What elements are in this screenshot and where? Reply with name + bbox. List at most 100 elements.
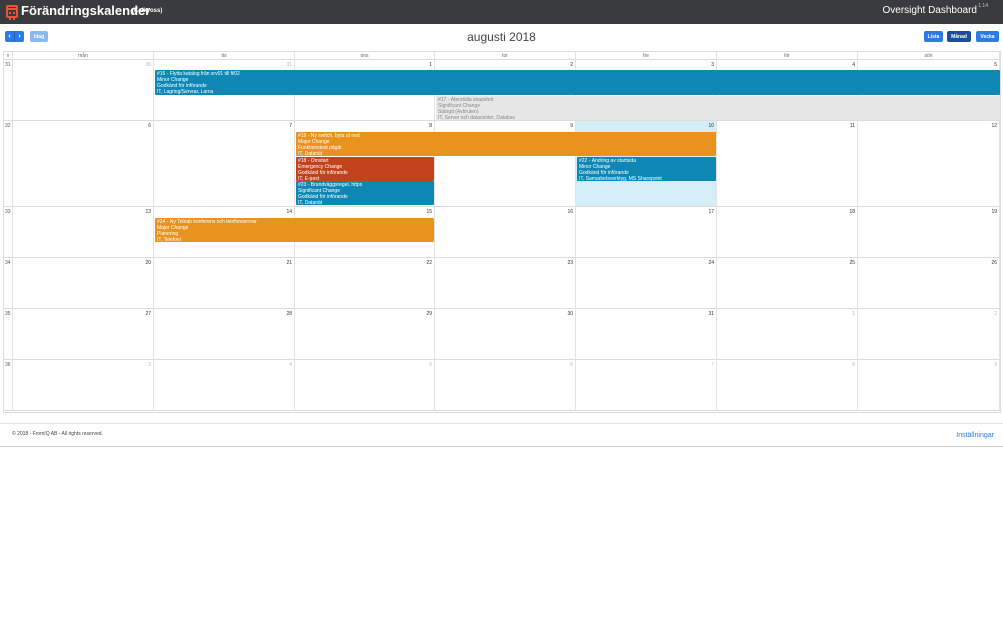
day-cell[interactable]: 19 [858, 207, 1000, 257]
day-number[interactable]: 10 [708, 123, 714, 129]
day-number[interactable]: 8 [429, 123, 432, 129]
day-cell[interactable]: 7 [154, 121, 295, 206]
day-number[interactable]: 14 [286, 209, 292, 215]
day-cell[interactable]: 16 [435, 207, 576, 257]
calendar-icon [6, 5, 18, 20]
day-cell[interactable]: 18 [717, 207, 858, 257]
week-number-header: v [4, 52, 13, 60]
day-cell[interactable]: 20 [13, 258, 154, 308]
day-number[interactable]: 13 [145, 209, 151, 215]
day-cell[interactable]: 9 [858, 360, 1000, 410]
day-number[interactable]: 9 [994, 362, 997, 368]
day-cell[interactable]: 25 [717, 258, 858, 308]
app-subtitle: (Kalkyoss) [132, 8, 163, 14]
oversight-dashboard-link[interactable]: Oversight Dashboard [883, 5, 978, 16]
day-number[interactable]: 31 [708, 311, 714, 317]
day-number[interactable]: 23 [567, 260, 573, 266]
day-cell[interactable]: 24 [576, 258, 717, 308]
day-cell[interactable]: 1 [717, 309, 858, 359]
day-cell[interactable]: 13 [13, 207, 154, 257]
day-number[interactable]: 30 [145, 62, 151, 68]
day-number[interactable]: 31 [286, 62, 292, 68]
day-cell[interactable]: 4 [154, 360, 295, 410]
day-header-sat: lör [717, 52, 858, 60]
day-cell[interactable]: 7 [576, 360, 717, 410]
list-view-button[interactable]: Lista [924, 31, 943, 42]
day-number[interactable]: 20 [145, 260, 151, 266]
day-number[interactable]: 28 [286, 311, 292, 317]
day-number[interactable]: 17 [708, 209, 714, 215]
day-cell[interactable]: 29 [295, 309, 435, 359]
day-cell[interactable]: 21 [154, 258, 295, 308]
day-cell[interactable]: 17 [576, 207, 717, 257]
calendar-event[interactable]: #24 - Ny Telnab konferens och telefonser… [155, 218, 434, 242]
day-cell[interactable]: 6 [13, 121, 154, 206]
day-number[interactable]: 30 [567, 311, 573, 317]
day-number[interactable]: 6 [148, 123, 151, 129]
day-number[interactable]: 7 [289, 123, 292, 129]
day-cell[interactable]: 3 [13, 360, 154, 410]
day-number[interactable]: 27 [145, 311, 151, 317]
month-view-button[interactable]: Månad [947, 31, 971, 42]
day-number[interactable]: 1 [429, 62, 432, 68]
day-number[interactable]: 5 [429, 362, 432, 368]
day-number[interactable]: 2 [994, 311, 997, 317]
day-cell[interactable]: 31 [576, 309, 717, 359]
week-number: 34 [4, 258, 13, 308]
day-cell[interactable]: 5 [295, 360, 435, 410]
day-number[interactable]: 22 [426, 260, 432, 266]
week-number: 36 [4, 360, 13, 410]
day-number[interactable]: 4 [289, 362, 292, 368]
day-header-tue: tis [154, 52, 295, 60]
app-title[interactable]: Förändringskalender [21, 3, 150, 18]
day-number[interactable]: 21 [286, 260, 292, 266]
calendar-event[interactable]: #17 - Återställa snapshot Significant Cha… [436, 96, 1000, 120]
calendar-event[interactable]: #19 - Ny switch, byta ut nod Major Change… [296, 132, 716, 156]
day-number[interactable]: 3 [148, 362, 151, 368]
day-cell[interactable]: 27 [13, 309, 154, 359]
day-cell[interactable]: 12 [858, 121, 1000, 206]
day-header-thu: tor [435, 52, 576, 60]
day-cell[interactable]: 23 [435, 258, 576, 308]
day-number[interactable]: 7 [711, 362, 714, 368]
day-number[interactable]: 11 [850, 123, 855, 129]
day-number[interactable]: 4 [852, 62, 855, 68]
day-number[interactable]: 9 [570, 123, 573, 129]
day-number[interactable]: 8 [852, 362, 855, 368]
day-number[interactable]: 12 [991, 123, 997, 129]
day-cell[interactable]: 30 [435, 309, 576, 359]
event-detail: IT, Server och datacenter, Databas [438, 115, 515, 120]
day-cell[interactable]: 11 [717, 121, 858, 206]
calendar-event[interactable]: #22 - Ändring av startsida Minor Change Go… [577, 157, 716, 181]
calendar-event[interactable]: #16 - Flytta katalog från srv01 till fil… [155, 70, 1000, 95]
calendar-event[interactable]: #23 - Brandväggsregel, https Significant … [296, 181, 434, 205]
week-number: 32 [4, 121, 13, 206]
day-cell[interactable]: 22 [295, 258, 435, 308]
day-number[interactable]: 2 [570, 62, 573, 68]
settings-link[interactable]: Inställningar [956, 432, 994, 439]
calendar-event[interactable]: #18 - Omstart Emergency Change Godkänd för… [296, 157, 434, 181]
event-detail: IT, Datanät [298, 151, 323, 156]
day-number[interactable]: 1 [852, 311, 855, 317]
footer-divider [0, 423, 1003, 424]
day-cell[interactable]: 8 [717, 360, 858, 410]
day-number[interactable]: 19 [991, 209, 997, 215]
day-number[interactable]: 16 [567, 209, 573, 215]
day-number[interactable]: 6 [570, 362, 573, 368]
day-cell[interactable]: 28 [154, 309, 295, 359]
day-number[interactable]: 5 [994, 62, 997, 68]
day-number[interactable]: 3 [711, 62, 714, 68]
week-view-button[interactable]: Vecka [976, 31, 999, 42]
day-number[interactable]: 15 [426, 209, 432, 215]
day-cell[interactable]: 6 [435, 360, 576, 410]
day-cell[interactable]: 30 [13, 60, 154, 120]
day-number[interactable]: 29 [426, 311, 432, 317]
day-number[interactable]: 26 [991, 260, 997, 266]
day-number[interactable]: 18 [849, 209, 855, 215]
day-cell[interactable]: 2 [858, 309, 1000, 359]
day-number[interactable]: 24 [708, 260, 714, 266]
top-navbar: Förändringskalender (Kalkyoss) Oversight… [0, 0, 1003, 24]
day-number[interactable]: 25 [849, 260, 855, 266]
week-row: 34 20 21 22 23 24 25 26 [4, 258, 1000, 309]
day-cell[interactable]: 26 [858, 258, 1000, 308]
